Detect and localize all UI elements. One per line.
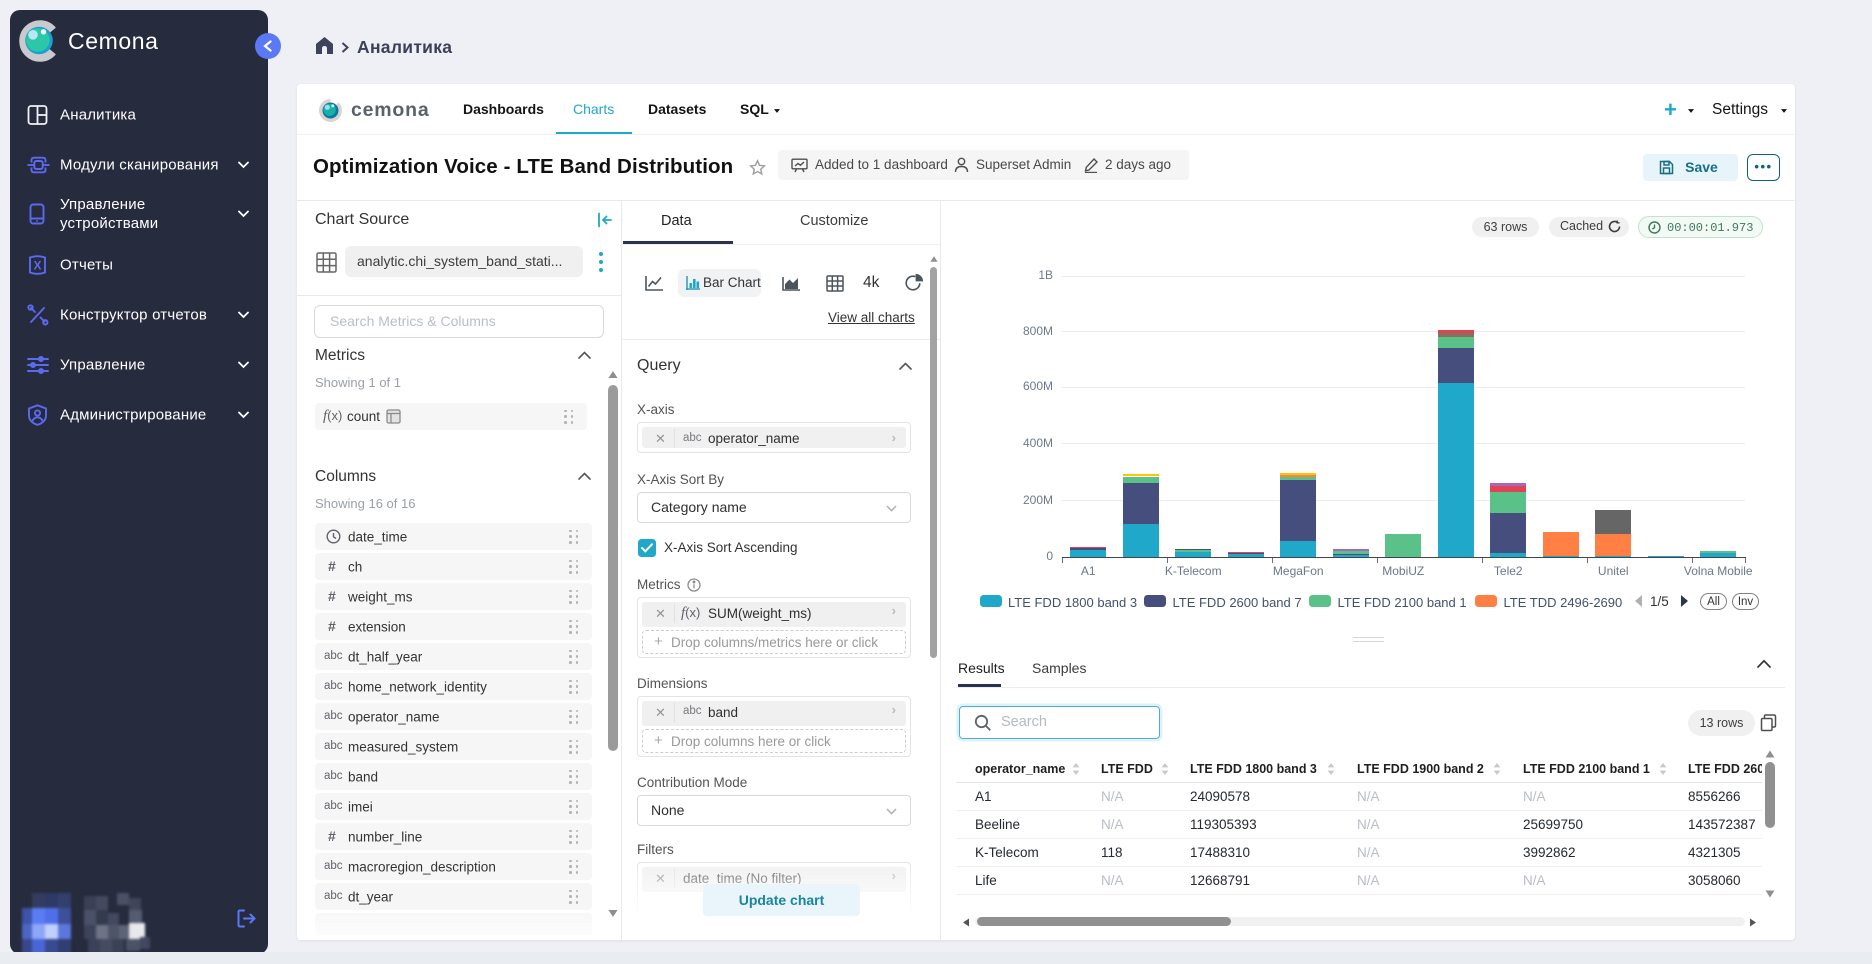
svg-text:X: X	[33, 259, 41, 273]
